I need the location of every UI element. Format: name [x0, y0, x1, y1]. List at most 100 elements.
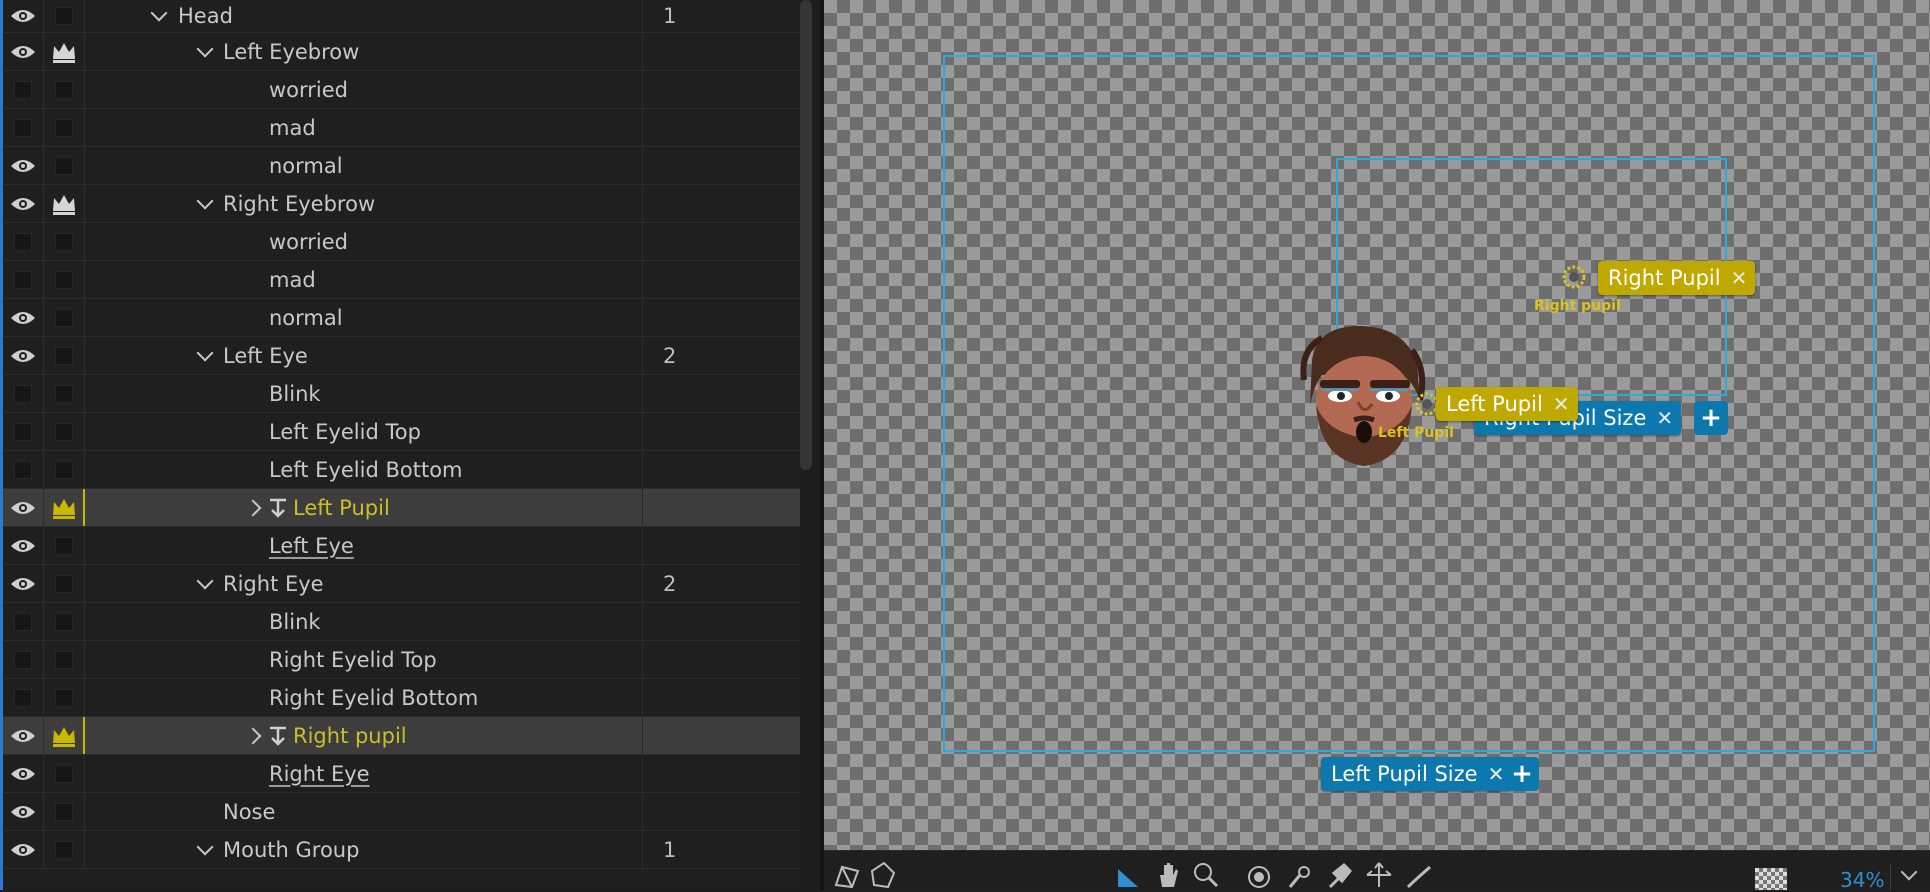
tree-row[interactable]: Right Eyelid Bottom — [3, 679, 800, 717]
origin-icon[interactable] — [1244, 859, 1274, 889]
tree-row[interactable]: Right Eye — [3, 755, 800, 793]
tree-row[interactable]: worried — [3, 71, 800, 109]
transform-icon[interactable] — [1364, 859, 1394, 889]
independent-toggle[interactable] — [43, 413, 85, 450]
visibility-toggle[interactable] — [3, 489, 43, 526]
layer-name-cell[interactable]: Right Eye — [85, 755, 642, 792]
independent-toggle[interactable] — [43, 109, 85, 146]
left-pupil-tag[interactable]: Left Pupil ✕ — [1436, 387, 1578, 421]
independent-toggle[interactable] — [43, 147, 85, 184]
layer-name-cell[interactable]: normal — [85, 147, 642, 184]
tree-scrollbar[interactable] — [800, 0, 812, 470]
layer-name-cell[interactable]: worried — [85, 223, 642, 260]
independent-toggle[interactable] — [43, 603, 85, 640]
tree-row[interactable]: Left Eye 2 — [3, 337, 800, 375]
layer-name-cell[interactable]: Blink — [85, 603, 642, 640]
independent-toggle[interactable] — [43, 375, 85, 412]
tree-row[interactable]: Left Eyelid Top — [3, 413, 800, 451]
layer-name-cell[interactable]: Mouth Group — [85, 831, 642, 868]
tree-row[interactable]: normal — [3, 299, 800, 337]
tree-row[interactable]: normal — [3, 147, 800, 185]
layer-name-cell[interactable]: Left Pupil — [85, 489, 642, 526]
zoom-dropdown-button[interactable] — [1890, 863, 1927, 890]
visibility-toggle[interactable] — [3, 565, 43, 602]
pin-icon[interactable] — [1324, 859, 1354, 889]
tree-row[interactable]: Head 1 — [3, 0, 800, 33]
layer-name-cell[interactable]: mad — [85, 261, 642, 298]
visibility-toggle[interactable] — [3, 337, 43, 374]
independent-toggle[interactable] — [43, 223, 85, 260]
close-icon[interactable]: ✕ — [1553, 392, 1570, 416]
visibility-toggle[interactable] — [3, 831, 43, 868]
visibility-toggle[interactable] — [3, 793, 43, 830]
tree-row[interactable]: Right pupil — [3, 717, 800, 755]
independent-toggle[interactable] — [43, 793, 85, 830]
layer-name-cell[interactable]: Blink — [85, 375, 642, 412]
tree-row[interactable]: Right Eye 2 — [3, 565, 800, 603]
independent-toggle[interactable] — [43, 527, 85, 564]
visibility-toggle[interactable] — [3, 223, 43, 260]
layer-name-cell[interactable]: Right Eyelid Bottom — [85, 679, 642, 716]
tree-row[interactable]: mad — [3, 261, 800, 299]
independent-toggle[interactable] — [43, 0, 85, 32]
visibility-toggle[interactable] — [3, 527, 43, 564]
tree-row[interactable]: Nose — [3, 793, 800, 831]
layer-name-cell[interactable]: Right Eye — [85, 565, 642, 602]
independent-toggle[interactable] — [43, 261, 85, 298]
tree-row[interactable]: Blink — [3, 603, 800, 641]
close-icon[interactable]: ✕ — [1488, 762, 1505, 786]
tree-row[interactable]: Blink — [3, 375, 800, 413]
tree-row[interactable]: Right Eyebrow — [3, 185, 800, 223]
play-triangle-icon[interactable] — [1114, 859, 1144, 889]
visibility-toggle[interactable] — [3, 413, 43, 450]
layer-name-cell[interactable]: Right Eyebrow — [85, 185, 642, 222]
independent-toggle[interactable] — [43, 641, 85, 678]
chevron-down-icon[interactable] — [196, 192, 214, 210]
close-icon[interactable]: ✕ — [1731, 266, 1748, 290]
visibility-toggle[interactable] — [3, 603, 43, 640]
visibility-toggle[interactable] — [3, 109, 43, 146]
independent-toggle[interactable] — [43, 337, 85, 374]
layer-name-cell[interactable]: Left Eyebrow — [85, 33, 642, 70]
layer-name-cell[interactable]: Right pupil — [85, 717, 642, 754]
tree-row[interactable]: Left Eye — [3, 527, 800, 565]
chevron-down-icon[interactable] — [150, 4, 168, 22]
visibility-toggle[interactable] — [3, 679, 43, 716]
independent-toggle[interactable] — [43, 565, 85, 602]
independent-toggle[interactable] — [43, 717, 85, 754]
independent-toggle[interactable] — [43, 299, 85, 336]
layer-name-cell[interactable]: Left Eye — [85, 527, 642, 564]
layer-name-cell[interactable]: normal — [85, 299, 642, 336]
character-head[interactable] — [1292, 320, 1432, 470]
zoom-level[interactable]: 34% — [1840, 868, 1884, 892]
visibility-toggle[interactable] — [3, 451, 43, 488]
visibility-toggle[interactable] — [3, 185, 43, 222]
visibility-toggle[interactable] — [3, 0, 43, 32]
visibility-toggle[interactable] — [3, 375, 43, 412]
tree-row[interactable]: Right Eyelid Top — [3, 641, 800, 679]
right-pupil-dial-handle[interactable] — [1559, 262, 1589, 292]
independent-toggle[interactable] — [43, 489, 85, 526]
layer-name-cell[interactable]: Left Eyelid Top — [85, 413, 642, 450]
tree-row[interactable]: mad — [3, 109, 800, 147]
visibility-toggle[interactable] — [3, 147, 43, 184]
independent-toggle[interactable] — [43, 755, 85, 792]
visibility-toggle[interactable] — [3, 33, 43, 70]
tree-row[interactable]: Left Eyebrow — [3, 33, 800, 71]
free-form-icon[interactable] — [868, 859, 898, 889]
left-pupil-size-tag[interactable]: Left Pupil Size ✕ — [1321, 757, 1513, 791]
visibility-toggle[interactable] — [3, 261, 43, 298]
zoom-icon[interactable] — [1190, 859, 1220, 889]
chevron-down-icon[interactable] — [196, 838, 214, 856]
independent-toggle[interactable] — [43, 185, 85, 222]
chevron-down-icon[interactable] — [196, 344, 214, 362]
close-icon[interactable]: ✕ — [1656, 406, 1673, 430]
visibility-toggle[interactable] — [3, 755, 43, 792]
visibility-toggle[interactable] — [3, 717, 43, 754]
layer-name-cell[interactable]: Right Eyelid Top — [85, 641, 642, 678]
stick-icon[interactable] — [1404, 859, 1434, 889]
independent-toggle[interactable] — [43, 451, 85, 488]
add-right-pupil-size-button[interactable]: + — [1694, 401, 1728, 435]
visibility-toggle[interactable] — [3, 641, 43, 678]
scene-stage[interactable]: Right pupil Right Pupil ✕ Right Pupil Si… — [824, 0, 1930, 850]
